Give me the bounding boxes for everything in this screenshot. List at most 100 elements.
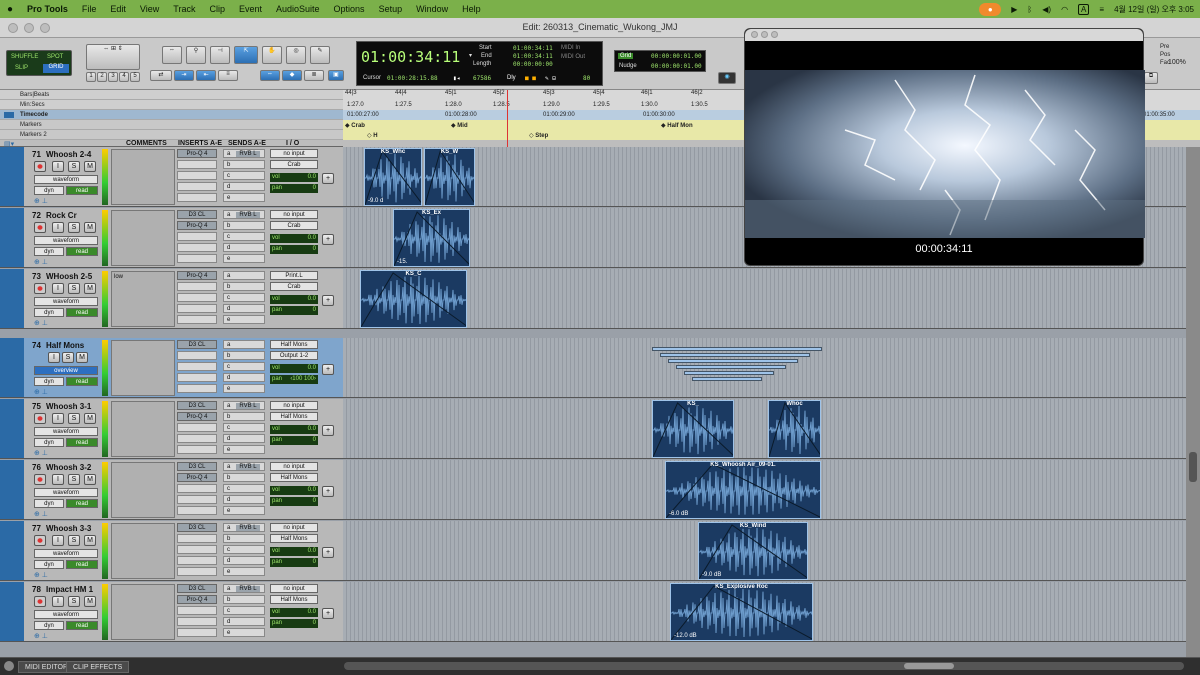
send-slot[interactable]: b [223, 160, 265, 169]
input-selector[interactable]: no input [270, 584, 318, 593]
zoom-preset-3[interactable]: 3 [108, 72, 118, 82]
mute-button[interactable]: M [84, 596, 96, 607]
menu-file[interactable]: File [75, 4, 104, 14]
volume-control-value[interactable]: 0.0 [308, 608, 316, 617]
volume-control-value[interactable]: 0.0 [308, 425, 316, 434]
grid-mode-button[interactable]: GRID [43, 64, 69, 73]
menu-options[interactable]: Options [327, 4, 372, 14]
pan-control[interactable]: pan ‹100 100› [270, 375, 318, 384]
insert-slot[interactable] [177, 545, 217, 554]
insert-slot[interactable]: Pro-Q 4 [177, 595, 217, 604]
send-slot[interactable]: a RVB L [223, 523, 265, 532]
insert-slot[interactable] [177, 362, 217, 371]
track-header[interactable]: 71 Whoosh 2-4 I S Mwaveform dyn read ⊕ ⊥ Pro-Q 4… [0, 147, 343, 207]
automation-mode[interactable]: read [66, 499, 98, 508]
pan-control-value[interactable]: 0 [313, 619, 316, 628]
zoom-preset-1[interactable]: 1 [86, 72, 96, 82]
video-sync-icon[interactable]: ◉ [718, 72, 736, 84]
zoom-preset-2[interactable]: 2 [97, 72, 107, 82]
track-options-icon[interactable]: ⊕ ⊥ [34, 449, 48, 457]
video-window[interactable]: 00:00:34:11 [744, 28, 1145, 266]
nudge-label[interactable]: Nudge [619, 63, 637, 69]
track-view-selector[interactable]: waveform [34, 427, 98, 436]
automation-dyn[interactable]: dyn [34, 621, 64, 630]
track-options-icon[interactable]: ⊕ ⊥ [34, 632, 48, 640]
send-name[interactable]: RVB L [236, 403, 260, 409]
vertical-scrollbar[interactable] [1186, 147, 1200, 657]
record-enable-button[interactable] [34, 474, 46, 485]
track-comment[interactable] [111, 149, 175, 205]
add-insert-icon[interactable]: + [322, 608, 334, 619]
magnify-tool-icon[interactable]: ⚲ [186, 46, 206, 64]
menu-setup[interactable]: Setup [372, 4, 410, 14]
audio-clip[interactable]: KS_Whc -9.0 d [364, 148, 422, 206]
start-value[interactable]: 01:00:34:11 [513, 45, 553, 52]
apple-menu-icon[interactable]: ● [0, 4, 20, 15]
track-options-icon[interactable]: ⊕ ⊥ [34, 319, 48, 327]
output-selector[interactable]: Half Mons [270, 473, 318, 482]
send-slot[interactable]: e [223, 567, 265, 576]
pan-control-value[interactable]: 0 [313, 436, 316, 445]
mute-button[interactable]: M [84, 283, 96, 294]
input-monitor-button[interactable]: I [52, 474, 64, 485]
menu-edit[interactable]: Edit [103, 4, 133, 14]
send-slot[interactable]: d [223, 373, 265, 382]
solo-button[interactable]: S [68, 283, 80, 294]
send-slot[interactable]: d [223, 243, 265, 252]
length-value[interactable]: 00:00:00:00 [513, 61, 553, 68]
add-insert-icon[interactable]: + [322, 547, 334, 558]
insert-slot[interactable] [177, 243, 217, 252]
send-slot[interactable]: e [223, 628, 265, 637]
track-number[interactable]: 76 [32, 463, 41, 472]
solo-button[interactable]: S [68, 474, 80, 485]
track-comment[interactable] [111, 462, 175, 518]
send-slot[interactable]: c [223, 484, 265, 493]
automation-follows-icon[interactable]: ≣ [304, 70, 324, 81]
insert-slot[interactable]: D3 CL [177, 401, 217, 410]
main-counter[interactable]: 01:00:34:11 [361, 48, 460, 66]
track-options-icon[interactable]: ⊕ ⊥ [34, 197, 48, 205]
preroll-label[interactable]: Pre [1160, 44, 1169, 50]
send-name[interactable]: RVB L [236, 586, 260, 592]
insert-slot[interactable]: Pro-Q 4 [177, 221, 217, 230]
track-header[interactable]: 74 Half Mons I S Moverview dyn read ⊕ ⊥ D3 CL a b c… [0, 338, 343, 398]
track-view-selector[interactable]: waveform [34, 488, 98, 497]
video-titlebar[interactable] [745, 29, 1143, 41]
insert-slot[interactable] [177, 506, 217, 515]
link-track-selection-icon[interactable]: ⇔ [260, 70, 280, 81]
record-enable-button[interactable] [34, 596, 46, 607]
insert-slot[interactable] [177, 556, 217, 565]
mute-button[interactable]: M [84, 222, 96, 233]
automation-mode[interactable]: read [66, 377, 98, 386]
input-monitor-button[interactable]: I [52, 413, 64, 424]
record-enable-button[interactable] [34, 413, 46, 424]
audio-clip[interactable]: Whoc [768, 400, 821, 458]
input-selector[interactable]: no input [270, 401, 318, 410]
mirror-midi-icon[interactable]: ≡ [218, 70, 238, 81]
ruler-markers[interactable]: Markers [0, 120, 343, 130]
ruler-expand-icon[interactable] [4, 112, 14, 118]
bluetooth-icon[interactable]: ᛒ [1027, 5, 1032, 14]
output-selector[interactable]: Crab [270, 282, 318, 291]
menu-app-name[interactable]: Pro Tools [20, 4, 75, 14]
ruler-markers-2[interactable]: Markers 2 [0, 130, 343, 140]
marker-crab[interactable]: ◆ Crab [345, 122, 365, 129]
insert-slot[interactable] [177, 617, 217, 626]
send-slot[interactable]: b [223, 595, 265, 604]
trim-tool-icon[interactable]: ⊣ [210, 46, 230, 64]
send-slot[interactable]: c [223, 232, 265, 241]
volume-control[interactable]: vol 0.0 [270, 234, 318, 243]
automation-mode[interactable]: read [66, 308, 98, 317]
send-slot[interactable]: a RVB L [223, 401, 265, 410]
keyboard-focus-icon[interactable]: ◆ [282, 70, 302, 81]
clip-gain[interactable]: -15. [397, 259, 407, 265]
output-selector[interactable]: Half Mons [270, 534, 318, 543]
insert-slot[interactable] [177, 534, 217, 543]
horizontal-scrollbar[interactable] [344, 662, 1184, 670]
output-selector[interactable]: Half Mons [270, 595, 318, 604]
track-name[interactable]: Half Mons [46, 341, 84, 350]
pan-control-value[interactable]: 0 [313, 558, 316, 567]
track-name[interactable]: Rock Cr [46, 211, 77, 220]
send-slot[interactable]: b [223, 282, 265, 291]
send-slot[interactable]: e [223, 254, 265, 263]
